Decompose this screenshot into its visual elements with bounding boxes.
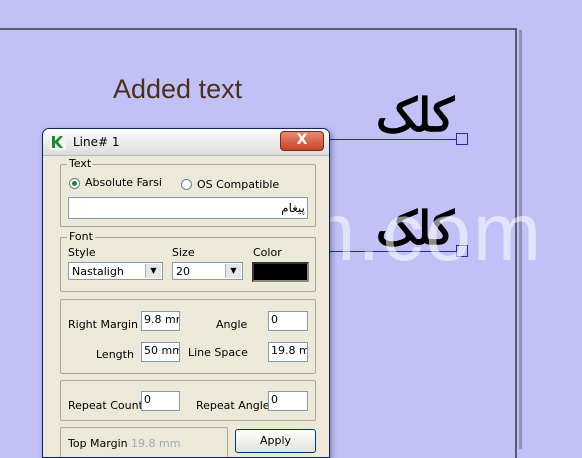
farsi-text-object-1[interactable]: کلک: [376, 92, 454, 138]
close-button[interactable]: X: [280, 131, 324, 151]
length-input[interactable]: 50 mm: [141, 342, 180, 362]
radio-absolute-farsi[interactable]: [69, 178, 80, 189]
guide-line-1: [330, 139, 456, 140]
size-label: Size: [172, 246, 195, 259]
radio-absolute-farsi-label: Absolute Farsi: [85, 176, 162, 189]
repeat-count-input[interactable]: 0: [141, 391, 180, 411]
chevron-down-icon[interactable]: ▼: [225, 264, 241, 278]
length-label: Length: [96, 348, 134, 361]
dialog-titlebar[interactable]: Line# 1 X: [43, 129, 329, 156]
radio-os-compatible[interactable]: [181, 179, 192, 190]
radio-os-compatible-label: OS Compatible: [197, 178, 280, 191]
repeat-count-label: Repeat Count: [68, 399, 143, 412]
right-margin-label: Right Margin: [68, 318, 139, 331]
angle-input[interactable]: 0: [268, 311, 308, 331]
size-select-value: 20: [176, 265, 190, 278]
top-margin-group: Top Margin 19.8 mm: [60, 427, 228, 457]
dialog-title: Line# 1: [73, 135, 120, 149]
repeat-angle-label: Repeat Angle: [196, 399, 270, 412]
font-group-legend: Font: [67, 230, 95, 243]
size-select[interactable]: 20 ▼: [172, 262, 243, 280]
margins-group: Right Margin 9.8 mm Angle 0 Length 50 mm…: [60, 299, 316, 374]
color-label: Color: [253, 246, 282, 259]
angle-label: Angle: [216, 318, 248, 331]
repeat-angle-input[interactable]: 0: [268, 391, 308, 411]
repeat-group: Repeat Count 0 Repeat Angle 0: [60, 380, 316, 421]
line-space-input[interactable]: 19.8 mr: [268, 342, 308, 362]
apply-button[interactable]: Apply: [235, 429, 316, 453]
top-margin-value: 19.8 mm: [131, 437, 181, 450]
style-select[interactable]: Nastaligh ▼: [68, 262, 163, 280]
app-logo-icon: [50, 134, 66, 150]
text-group: Text Absolute Farsi OS Compatible پیغام: [60, 157, 316, 227]
resize-handle-1[interactable]: [456, 133, 468, 145]
right-margin-input[interactable]: 9.8 mm: [141, 311, 180, 331]
added-text[interactable]: Added text: [113, 74, 242, 105]
top-margin-label: Top Margin: [68, 437, 128, 450]
chevron-down-icon[interactable]: ▼: [145, 264, 161, 278]
color-swatch[interactable]: [252, 262, 309, 282]
style-select-value: Nastaligh: [72, 265, 124, 278]
style-label: Style: [68, 246, 96, 259]
text-input[interactable]: پیغام: [68, 197, 308, 219]
text-group-legend: Text: [67, 157, 94, 170]
line-space-label: Line Space: [188, 346, 248, 359]
line-properties-dialog: Line# 1 X Text Absolute Farsi OS Compati…: [42, 128, 330, 458]
font-group: Font Style Nastaligh ▼ Size 20 ▼ Color: [60, 230, 316, 292]
